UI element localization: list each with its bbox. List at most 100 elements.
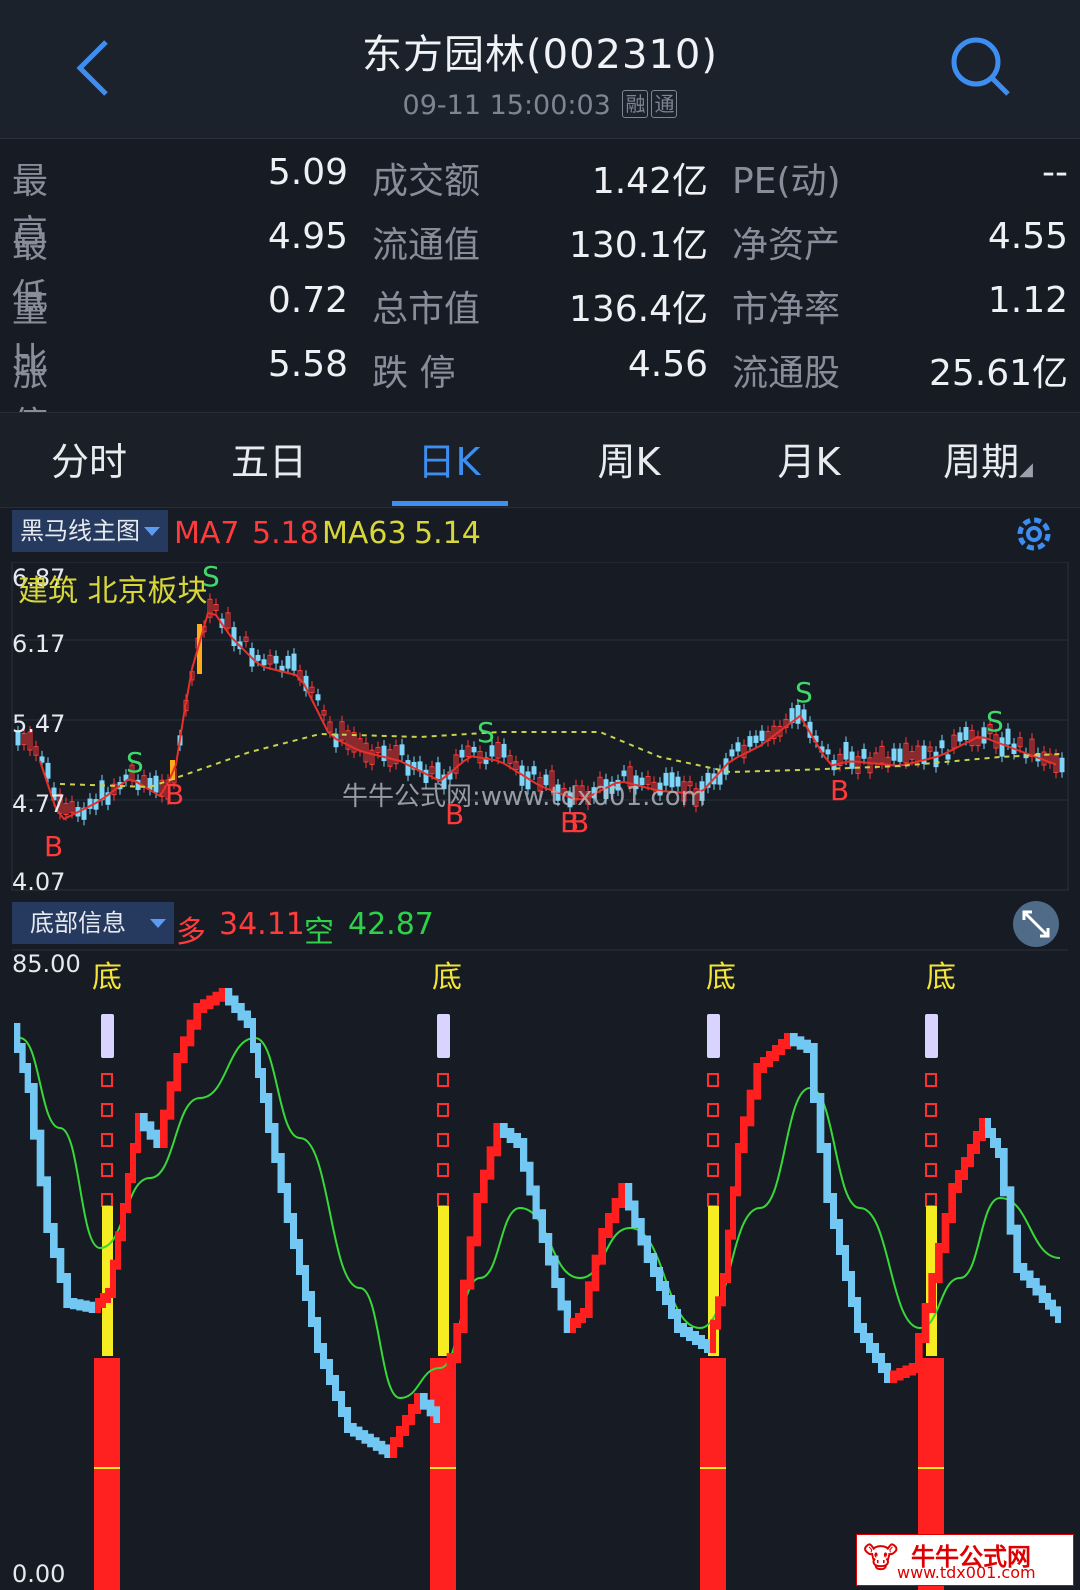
signal-step-segment bbox=[225, 988, 233, 1006]
signal-step-segment bbox=[896, 1368, 904, 1381]
signal-step-segment bbox=[890, 1370, 898, 1383]
signal-dot bbox=[707, 1163, 719, 1177]
quote-label: 市净率 bbox=[732, 289, 841, 330]
quote-value: 136.4亿 bbox=[568, 289, 708, 330]
signal-dot bbox=[925, 1163, 937, 1177]
candle bbox=[231, 627, 237, 647]
period-tabs: 分时 五日 日K 周K 月K 周期◢ bbox=[0, 412, 1080, 508]
signal-step-segment bbox=[668, 1295, 675, 1319]
quote-value: 5.09 bbox=[267, 152, 348, 193]
expand-icon[interactable] bbox=[1012, 900, 1060, 948]
signal-step-segment bbox=[50, 1223, 58, 1258]
candle bbox=[381, 745, 387, 762]
candle bbox=[459, 749, 465, 758]
signal-step-segment bbox=[803, 1039, 811, 1053]
signal-step-segment bbox=[237, 1003, 245, 1021]
signal-step-segment bbox=[231, 995, 239, 1013]
candle bbox=[933, 751, 939, 768]
signal-step-segment bbox=[506, 1128, 515, 1143]
signal-yellow-bar bbox=[438, 1206, 449, 1356]
quote-label: 流通值 bbox=[372, 225, 481, 266]
timestamp: 09-11 15:00:03 bbox=[402, 90, 611, 121]
signal-step-segment bbox=[842, 1245, 849, 1281]
signal-step-segment bbox=[344, 1407, 351, 1433]
signal-step-segment bbox=[361, 1430, 369, 1444]
signal-step-segment bbox=[265, 1093, 273, 1133]
signal-step-segment bbox=[538, 1209, 546, 1243]
signal-step-segment bbox=[979, 1118, 986, 1141]
candlestick-chart[interactable]: 6.876.175.474.774.07 bbox=[0, 562, 1080, 892]
signal-step-segment bbox=[466, 1236, 475, 1290]
sell-signal-marker: S bbox=[126, 746, 144, 779]
tab-five-day[interactable]: 五日 bbox=[194, 431, 344, 486]
signal-step-segment bbox=[884, 1363, 891, 1383]
signal-step-segment bbox=[146, 1121, 155, 1140]
search-icon[interactable] bbox=[948, 34, 1014, 100]
signal-step-segment bbox=[674, 1309, 681, 1333]
signal-step-segment bbox=[473, 1193, 481, 1247]
duo-label: 多 bbox=[176, 915, 206, 950]
signal-step-segment bbox=[941, 1213, 950, 1253]
signal-step-segment bbox=[212, 991, 220, 1006]
signal-step-segment bbox=[816, 1093, 825, 1153]
signal-step-segment bbox=[271, 1123, 279, 1163]
signal-marker bbox=[925, 1014, 938, 1058]
signal-dot bbox=[101, 1163, 113, 1177]
candle bbox=[843, 741, 849, 760]
signal-dot bbox=[707, 1103, 719, 1117]
candle bbox=[963, 727, 969, 740]
top-bar: 东方园林(002310) 09-11 15:00:03 融通 bbox=[0, 0, 1080, 139]
tab-weekly-k[interactable]: 周K bbox=[554, 431, 704, 486]
bottom-signal-label: 底 bbox=[92, 960, 122, 995]
candle bbox=[285, 655, 291, 669]
corner-triangle-icon: ◢ bbox=[1019, 459, 1033, 480]
signal-step-segment bbox=[704, 1339, 711, 1353]
bottom-signal-label: 底 bbox=[926, 960, 956, 995]
kong-label: 空 bbox=[304, 915, 334, 950]
signal-step-segment bbox=[193, 1003, 201, 1030]
signal-step-segment bbox=[551, 1255, 559, 1288]
signal-dot bbox=[101, 1193, 113, 1207]
signal-step-segment bbox=[206, 995, 214, 1010]
sell-signal-marker: S bbox=[795, 676, 813, 709]
signal-step-segment bbox=[760, 1057, 767, 1073]
signal-dot bbox=[707, 1133, 719, 1147]
signal-step-segment bbox=[557, 1278, 565, 1311]
signal-step-segment bbox=[848, 1271, 855, 1307]
signal-step-segment bbox=[173, 1053, 181, 1092]
tab-monthly-k[interactable]: 月K bbox=[734, 431, 884, 486]
bottom-signal-chart[interactable] bbox=[0, 948, 1080, 1590]
signal-step-segment bbox=[598, 1228, 606, 1265]
candle bbox=[399, 744, 405, 756]
sub-y-max: 85.00 bbox=[12, 950, 81, 978]
quote-value: 4.56 bbox=[627, 344, 708, 385]
signal-dot bbox=[101, 1133, 113, 1147]
sub-indicator-selector[interactable]: 底部信息 bbox=[12, 902, 174, 944]
signal-step-segment bbox=[1006, 1186, 1015, 1235]
signal-step-segment bbox=[440, 1383, 448, 1423]
signal-step-segment bbox=[810, 1043, 818, 1103]
signal-step-segment bbox=[643, 1235, 651, 1263]
sell-signal-marker: S bbox=[986, 705, 1004, 738]
settings-gear-icon[interactable] bbox=[1012, 512, 1056, 556]
main-indicator-selector[interactable]: 黑马线主图 bbox=[12, 510, 168, 552]
tab-period[interactable]: 周期◢ bbox=[908, 431, 1068, 486]
candle bbox=[891, 748, 897, 761]
tab-intraday[interactable]: 分时 bbox=[14, 431, 164, 486]
signal-step-segment bbox=[686, 1327, 693, 1341]
main-indicator-label: 黑马线主图 bbox=[20, 517, 140, 545]
signal-step-segment bbox=[866, 1333, 873, 1353]
ma7-label: MA7 bbox=[174, 516, 240, 551]
signal-step-segment bbox=[526, 1161, 534, 1196]
signal-step-segment bbox=[625, 1183, 633, 1211]
ma63-label: MA63 bbox=[322, 516, 407, 551]
bottom-signal-label: 底 bbox=[432, 960, 462, 995]
signal-red-bar bbox=[94, 1358, 120, 1590]
quote-label: 总市值 bbox=[372, 289, 481, 330]
tab-daily-k[interactable]: 日K bbox=[374, 431, 524, 486]
signal-step-segment bbox=[88, 1301, 96, 1313]
signal-step-segment bbox=[453, 1323, 461, 1363]
signal-step-segment bbox=[650, 1253, 657, 1277]
signal-step-segment bbox=[585, 1281, 593, 1318]
signal-step-segment bbox=[350, 1423, 357, 1437]
